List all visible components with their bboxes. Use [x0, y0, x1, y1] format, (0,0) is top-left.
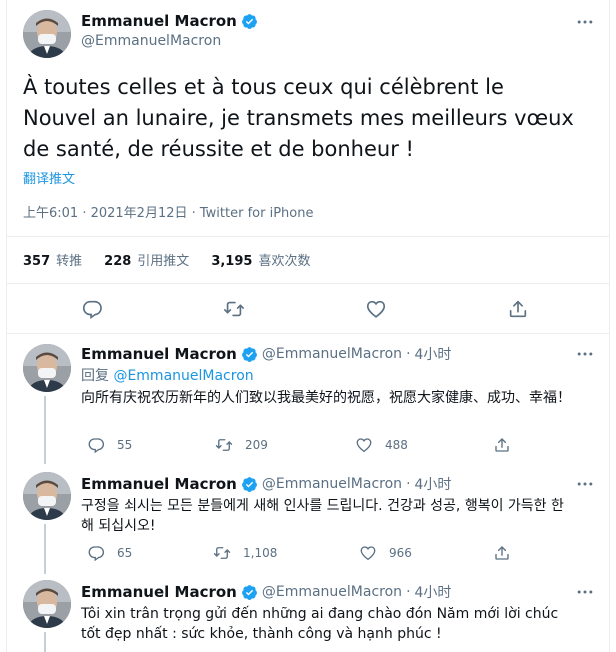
thread-line — [44, 396, 46, 464]
avatar[interactable] — [23, 580, 71, 628]
divider — [7, 333, 609, 334]
reply-button[interactable]: 55 — [87, 436, 132, 454]
author-name[interactable]: Emmanuel Macron — [81, 12, 237, 30]
reply-icon[interactable] — [81, 298, 103, 320]
tweet-meta[interactable]: 上午6:01 · 2021年2月12日 · Twitter for iPhone — [23, 202, 313, 221]
like-icon — [359, 544, 377, 562]
retweet-button[interactable]: 1,108 — [213, 544, 277, 562]
likes-stat[interactable]: 3,195 喜欢次数 — [211, 250, 310, 269]
share-button[interactable] — [493, 544, 523, 562]
tweet-text: 구정을 쇠시는 모든 분들에게 새해 인사를 드립니다. 건강과 성공, 행복이… — [81, 498, 564, 534]
retweet-button[interactable]: 209 — [215, 436, 268, 454]
verified-icon — [241, 476, 258, 493]
tweet-text: À toutes celles et à tous ceux qui célèb… — [23, 75, 574, 161]
reply-icon — [87, 544, 105, 562]
retweet-icon[interactable] — [223, 298, 245, 320]
more-icon[interactable] — [575, 582, 595, 602]
like-button[interactable]: 966 — [359, 544, 412, 562]
retweet-count: 209 — [245, 438, 268, 452]
verified-icon — [241, 13, 258, 30]
tweet-text: Tôi xin trân trọng gửi đến những ai đang… — [81, 606, 559, 642]
share-icon[interactable] — [507, 298, 529, 320]
like-icon[interactable] — [365, 298, 387, 320]
tweet-thread: Emmanuel Macron @EmmanuelMacron À toutes… — [6, 0, 610, 652]
verified-icon — [241, 584, 258, 601]
like-count: 488 — [385, 438, 408, 452]
tweet-time[interactable]: 4小时 — [415, 582, 452, 602]
separator-dot: · — [406, 346, 411, 362]
tweet-text: 向所有庆祝农历新年的人们致以我最美好的祝愿，祝愿大家健康、成功、幸福！ — [81, 390, 571, 406]
thread-line — [44, 524, 46, 574]
reply-to-line: 回复 @EmmanuelMacron — [81, 366, 581, 386]
share-button[interactable] — [493, 436, 523, 454]
author-name[interactable]: Emmanuel Macron — [81, 475, 237, 493]
like-count: 966 — [389, 546, 412, 560]
tweet-time[interactable]: 4小时 — [415, 344, 452, 364]
verified-icon — [241, 346, 258, 363]
retweet-count: 1,108 — [243, 546, 278, 560]
reply-to-handle[interactable]: @EmmanuelMacron — [113, 368, 253, 384]
separator-dot: · — [406, 476, 411, 492]
reply-button[interactable]: 65 — [87, 544, 132, 562]
retweet-icon — [213, 544, 231, 562]
tweet-time[interactable]: 4小时 — [415, 474, 452, 494]
reply-to-prefix: 回复 — [81, 368, 109, 384]
like-icon — [355, 436, 373, 454]
author-handle[interactable]: @EmmanuelMacron — [81, 33, 221, 49]
author-handle[interactable]: @EmmanuelMacron — [262, 584, 402, 600]
translate-link[interactable]: 翻译推文 — [23, 168, 75, 187]
avatar[interactable] — [23, 472, 71, 520]
tweet-stats: 357 转推 228 引用推文 3,195 喜欢次数 — [23, 250, 310, 269]
divider — [7, 236, 609, 237]
reply-count: 55 — [117, 438, 133, 452]
author-name[interactable]: Emmanuel Macron — [81, 583, 237, 601]
retweet-icon — [215, 436, 233, 454]
author-handle[interactable]: @EmmanuelMacron — [262, 346, 402, 362]
share-icon — [493, 544, 511, 562]
divider — [7, 283, 609, 284]
quotes-stat[interactable]: 228 引用推文 — [104, 250, 189, 269]
avatar[interactable] — [23, 10, 71, 58]
share-icon — [493, 436, 511, 454]
more-icon[interactable] — [575, 344, 595, 364]
avatar[interactable] — [23, 344, 71, 392]
thread-line — [44, 632, 46, 652]
reply-count: 65 — [117, 546, 133, 560]
author-name[interactable]: Emmanuel Macron — [81, 345, 237, 363]
reply-icon — [87, 436, 105, 454]
more-icon[interactable] — [575, 474, 595, 494]
retweets-stat[interactable]: 357 转推 — [23, 250, 82, 269]
separator-dot: · — [406, 584, 411, 600]
more-icon[interactable] — [575, 12, 595, 32]
author-handle[interactable]: @EmmanuelMacron — [262, 476, 402, 492]
like-button[interactable]: 488 — [355, 436, 408, 454]
